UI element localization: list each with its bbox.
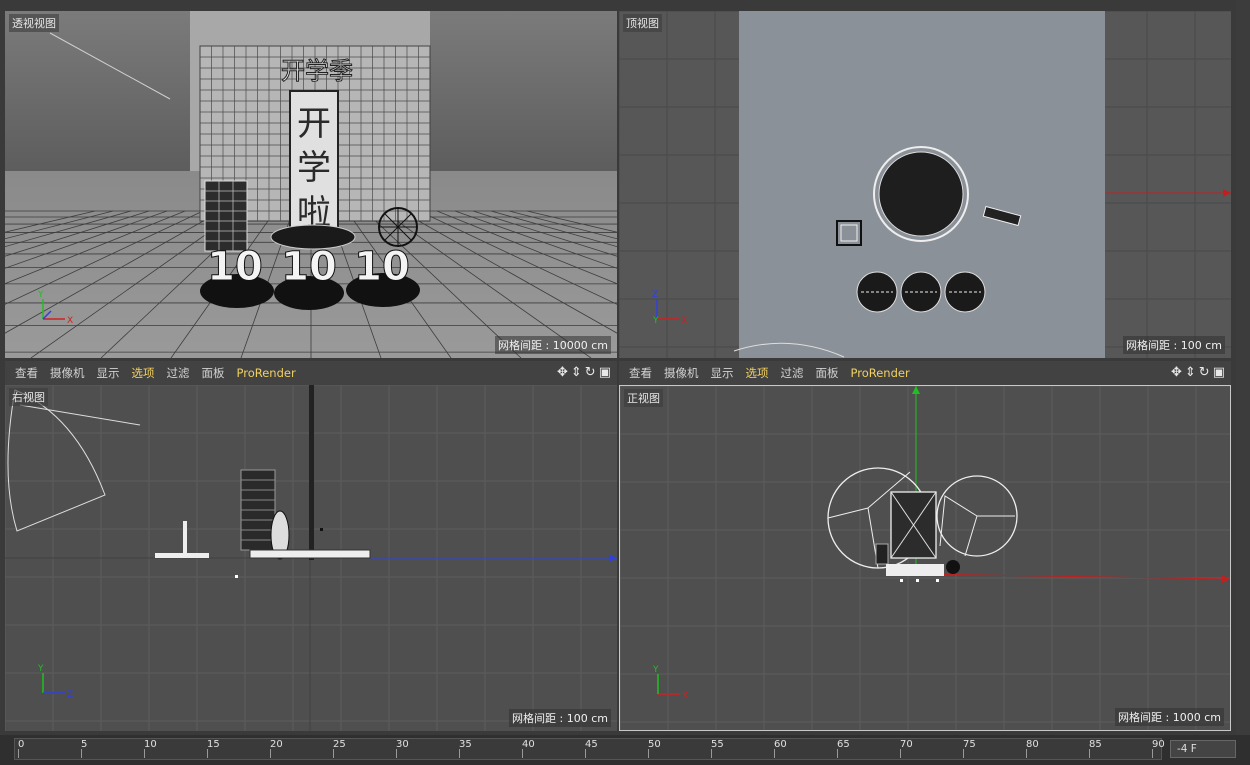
axis-z-label-right: Z	[67, 690, 73, 700]
move-icon[interactable]: ✥	[1171, 365, 1182, 380]
menu-camera[interactable]: 摄像机	[50, 365, 85, 381]
timeline-tick: 45	[585, 739, 598, 758]
nav-icons: ✥ ⇕ ↻ ▣	[557, 365, 611, 380]
sign-char-2: 学	[297, 148, 331, 188]
wheel-object	[378, 207, 418, 247]
menu-prorender[interactable]: ProRender	[851, 366, 910, 380]
timeline-tick: 90	[1152, 739, 1165, 758]
grid-spacing-right: 网格间距 : 100 cm	[509, 709, 611, 727]
updown-icon[interactable]: ⇕	[1185, 365, 1196, 380]
front-scene: Y X	[620, 386, 1230, 730]
ten-number-1: 10	[207, 244, 263, 290]
menu-panel[interactable]: 面板	[202, 365, 225, 381]
viewport-label-right: 右视图	[9, 388, 48, 406]
timeline-tick: 5	[81, 739, 88, 758]
menu-prorender[interactable]: ProRender	[237, 366, 296, 380]
timeline: 0 5 10 15 20 25 30 35 40 45 50 55 60 65 70 75 80 85 90 -4 …	[0, 735, 1250, 765]
timeline-tick: 80	[1026, 739, 1039, 758]
maximize-icon[interactable]: ▣	[599, 365, 611, 380]
viewport-label-perspective: 透视视图	[9, 14, 59, 32]
axis-x-label: X	[67, 316, 73, 326]
timeline-tick: 20	[270, 739, 283, 758]
timeline-tick: 10	[144, 739, 157, 758]
timeline-ruler[interactable]: 0 5 10 15 20 25 30 35 40 45 50 55 60 65 70 75 80 85 90	[14, 738, 1165, 760]
rotate-icon[interactable]: ↻	[1199, 365, 1210, 380]
grid-spacing-front: 网格间距 : 1000 cm	[1115, 708, 1224, 726]
timeline-tick: 35	[459, 739, 472, 758]
move-icon[interactable]: ✥	[557, 365, 568, 380]
axis-y-label-top: Y	[652, 316, 659, 326]
axis-x-label-top: X	[681, 316, 687, 326]
title-header-text: 开学季	[281, 57, 353, 85]
viewport-front[interactable]: Y X 正视图 网格间距 : 1000 cm	[619, 385, 1231, 731]
axis-x-label-front: X	[682, 691, 688, 701]
axis-y-label: Y	[37, 290, 44, 300]
current-frame-field[interactable]: -4 F	[1170, 740, 1236, 758]
menu-display[interactable]: 显示	[97, 365, 120, 381]
axis-y-label-right: Y	[37, 664, 44, 674]
right-scene: Y Z	[5, 385, 617, 731]
timeline-tick: 50	[648, 739, 661, 758]
menu-panel[interactable]: 面板	[816, 365, 839, 381]
timeline-tick: 40	[522, 739, 535, 758]
menu-display[interactable]: 显示	[711, 365, 734, 381]
building-object	[204, 180, 248, 252]
viewport-menu-front: 查看 摄像机 显示 选项 过滤 面板 ProRender ✥ ⇕ ↻ ▣	[619, 361, 1231, 385]
ten-number-3: 10	[354, 244, 410, 290]
updown-icon[interactable]: ⇕	[571, 365, 582, 380]
timeline-tick: 70	[900, 739, 913, 758]
timeline-tick: 0	[18, 739, 25, 758]
timeline-tick: 55	[711, 739, 724, 758]
timeline-tick: 75	[963, 739, 976, 758]
viewport-label-top: 顶视图	[623, 14, 662, 32]
timeline-tick: 30	[396, 739, 409, 758]
menu-filter[interactable]: 过滤	[781, 365, 804, 381]
grid-spacing-top: 网格间距 : 100 cm	[1123, 336, 1225, 354]
timeline-tick: 15	[207, 739, 220, 758]
nav-icons: ✥ ⇕ ↻ ▣	[1171, 365, 1225, 380]
timeline-tick: 25	[333, 739, 346, 758]
axis-z-label-top: Z	[652, 290, 658, 300]
ten-number-2: 10	[281, 244, 337, 290]
grid-spacing-perspective: 网格间距 : 10000 cm	[495, 336, 611, 354]
perspective-scene: 开学季 开 学 啦 10 10 10 Y X	[5, 11, 617, 358]
right-scrollbar[interactable]	[1236, 0, 1250, 735]
menu-options[interactable]: 选项	[746, 365, 769, 381]
menu-filter[interactable]: 过滤	[167, 365, 190, 381]
timeline-tick: 85	[1089, 739, 1102, 758]
viewport-top[interactable]: Z X Y 顶视图 网格间距 : 100 cm	[619, 11, 1231, 358]
menu-options[interactable]: 选项	[132, 365, 155, 381]
sign-char-1: 开	[297, 104, 331, 144]
axis-y-label-front: Y	[652, 665, 659, 675]
viewport-label-front: 正视图	[624, 389, 663, 407]
top-scene: Z X Y	[619, 11, 1231, 358]
timeline-tick: 65	[837, 739, 850, 758]
viewport-menu-right: 查看 摄像机 显示 选项 过滤 面板 ProRender ✥ ⇕ ↻ ▣	[5, 361, 617, 385]
viewport-perspective[interactable]: 开学季 开 学 啦 10 10 10 Y X 透视视图 网格间距 : 10000…	[5, 11, 617, 358]
menu-camera[interactable]: 摄像机	[664, 365, 699, 381]
timeline-tick: 60	[774, 739, 787, 758]
rotate-icon[interactable]: ↻	[585, 365, 596, 380]
menu-view[interactable]: 查看	[629, 365, 652, 381]
viewport-right[interactable]: Y Z 右视图 网格间距 : 100 cm	[5, 385, 617, 731]
maximize-icon[interactable]: ▣	[1213, 365, 1225, 380]
menu-view[interactable]: 查看	[15, 365, 38, 381]
